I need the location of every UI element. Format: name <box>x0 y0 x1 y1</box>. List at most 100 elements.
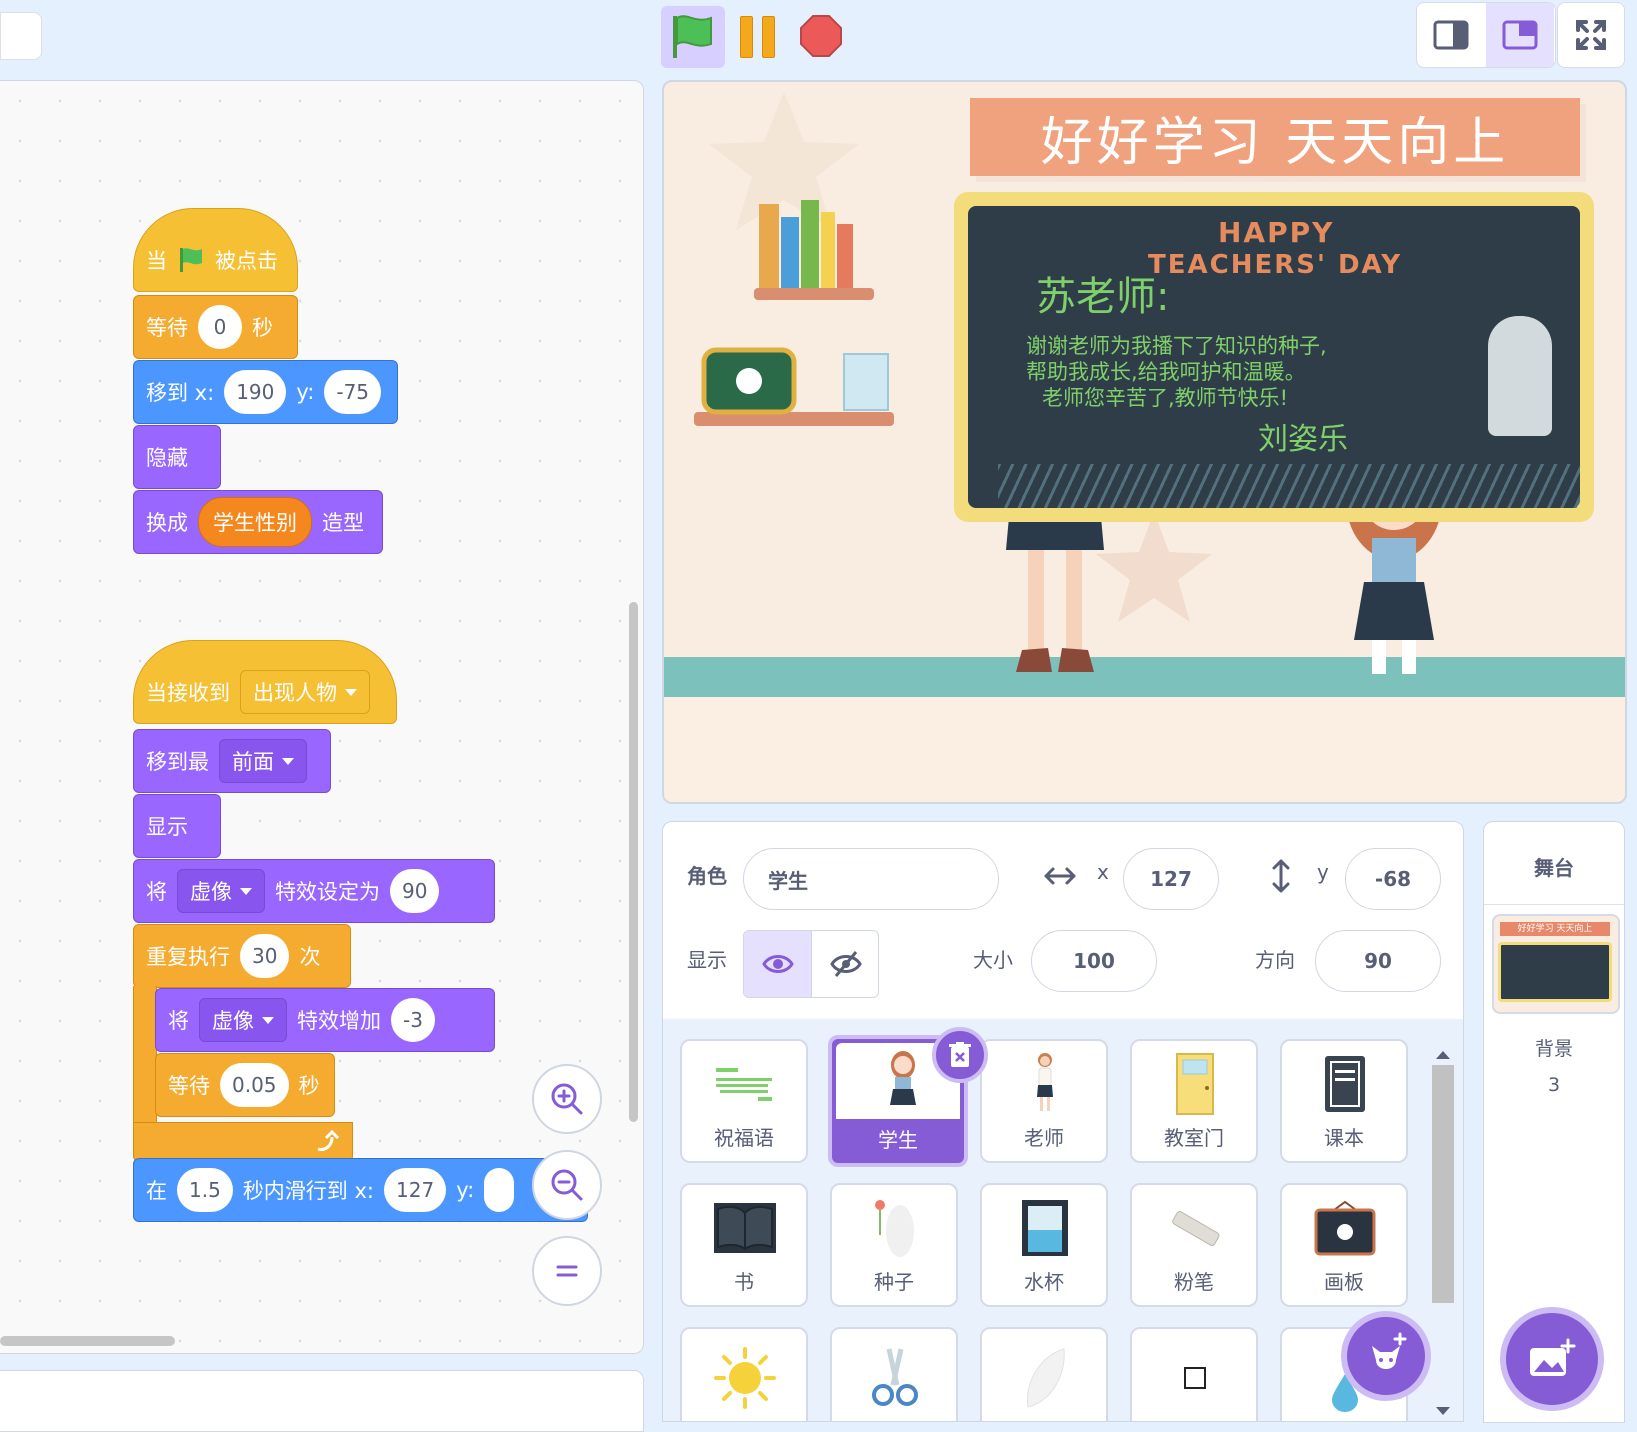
repeat-arrow-icon <box>317 1129 340 1151</box>
direction-label: 方向 <box>1255 948 1295 972</box>
sprite-tile[interactable] <box>980 1327 1108 1421</box>
block-text: 特效增加 <box>297 1009 381 1033</box>
backpack-panel[interactable] <box>0 1370 644 1432</box>
pause-button[interactable] <box>738 16 778 58</box>
scroll-up-arrow-icon <box>1436 1051 1450 1059</box>
zoom-out-button[interactable] <box>532 1150 602 1220</box>
repeat-block[interactable]: 重复执行 30 次 <box>133 924 351 988</box>
stage-thumbnail[interactable]: 好好学习 天天向上 <box>1492 914 1620 1014</box>
x-position-input[interactable]: 127 <box>1123 848 1219 910</box>
sprite-tile[interactable]: 教室门 <box>1130 1039 1258 1163</box>
effect-change-input[interactable]: -3 <box>391 998 435 1042</box>
add-backdrop-button[interactable] <box>1500 1307 1604 1411</box>
zoom-reset-button[interactable] <box>532 1236 602 1306</box>
block-text: 显示 <box>146 815 188 839</box>
wait-seconds-input[interactable]: 0 <box>198 305 242 349</box>
sprite-tile[interactable]: 书 <box>680 1183 808 1307</box>
block-text: 重复执行 <box>146 945 230 969</box>
sun-sprite-icon <box>712 1345 778 1411</box>
block-text: 隐藏 <box>146 446 188 470</box>
zoom-in-button[interactable] <box>532 1064 602 1134</box>
sprite-tile[interactable]: 老师 <box>980 1039 1108 1163</box>
glide-y-input[interactable] <box>484 1168 515 1212</box>
block-text: 将 <box>146 880 167 904</box>
wait-block[interactable]: 等待 0 秒 <box>133 295 298 359</box>
block-text: 秒内滑行到 x: <box>242 1179 374 1203</box>
sprite-tile[interactable]: 课本 <box>1280 1039 1408 1163</box>
show-sprite-button[interactable] <box>744 931 811 997</box>
green-flag-button[interactable] <box>661 6 725 68</box>
sprite-name: 祝福语 <box>714 1126 774 1150</box>
block-text: 当 <box>146 249 167 273</box>
sprite-tile[interactable]: 水杯 <box>980 1183 1108 1307</box>
goto-x-input[interactable]: 190 <box>224 370 287 414</box>
switch-costume-block[interactable]: 换成 学生性别 造型 <box>133 490 383 554</box>
y-position-input[interactable]: -68 <box>1345 848 1441 910</box>
dropdown-value: 虚像 <box>190 880 232 904</box>
board-signature: 刘姿乐 <box>1258 422 1348 457</box>
chevron-down-icon <box>262 1016 274 1024</box>
block-text: 在 <box>146 1179 167 1203</box>
effect-value-input[interactable]: 90 <box>390 869 440 913</box>
textbook-sprite-icon <box>1312 1051 1378 1117</box>
sprite-tile[interactable] <box>680 1327 808 1421</box>
sprite-list-scrollbar[interactable] <box>1430 1045 1456 1421</box>
layer-dropdown[interactable]: 前面 <box>219 739 307 783</box>
effect-dropdown[interactable]: 虚像 <box>177 869 265 913</box>
glide-to-xy-block[interactable]: 在 1.5 秒内滑行到 x: 127 y: <box>133 1158 588 1222</box>
student-gender-reporter[interactable]: 学生性别 <box>198 497 312 547</box>
show-block[interactable]: 显示 <box>133 794 221 858</box>
sprite-tile[interactable]: 画板 <box>1280 1183 1408 1307</box>
hide-sprite-button[interactable] <box>811 931 878 997</box>
pause-icon <box>740 16 753 58</box>
sprite-name: 水杯 <box>1024 1270 1064 1294</box>
stop-button[interactable] <box>800 15 842 57</box>
fullscreen-button[interactable] <box>1557 2 1625 68</box>
cup-sprite-icon <box>1012 1195 1078 1261</box>
goto-y-input[interactable]: -75 <box>324 370 382 414</box>
sprite-tile[interactable] <box>1130 1327 1258 1421</box>
sprite-tile[interactable]: 祝福语 <box>680 1039 808 1163</box>
fullscreen-icon <box>1576 20 1606 50</box>
eye-slash-icon <box>829 951 862 977</box>
scissors-sprite-icon <box>862 1345 928 1411</box>
project-title-input[interactable] <box>0 12 42 60</box>
normal-stage-button[interactable] <box>1486 3 1554 67</box>
goto-xy-block[interactable]: 移到 x: 190 y: -75 <box>133 360 398 424</box>
sprite-tile[interactable]: 种子 <box>830 1183 958 1307</box>
cat-plus-icon <box>1372 1332 1407 1369</box>
zoom-out-icon <box>551 1169 583 1201</box>
dropdown-value: 出现人物 <box>253 681 337 705</box>
code-horizontal-scrollbar[interactable] <box>0 1336 175 1346</box>
add-sprite-button[interactable] <box>1341 1311 1431 1401</box>
wait-seconds-input[interactable]: 0.05 <box>220 1063 289 1107</box>
wait-block[interactable]: 等待 0.05 秒 <box>155 1053 335 1117</box>
sprite-name: 老师 <box>1024 1126 1064 1150</box>
block-text: 秒 <box>252 316 273 340</box>
change-effect-block[interactable]: 将 虚像 特效增加 -3 <box>155 988 495 1052</box>
glide-seconds-input[interactable]: 1.5 <box>177 1168 233 1212</box>
size-input[interactable]: 100 <box>1031 930 1157 992</box>
repeat-count-input[interactable]: 30 <box>240 934 290 978</box>
delete-sprite-button[interactable] <box>932 1027 988 1083</box>
effect-dropdown[interactable]: 虚像 <box>199 998 287 1042</box>
message-dropdown[interactable]: 出现人物 <box>240 670 370 714</box>
backdrops-label: 背景 <box>1534 1038 1573 1060</box>
set-effect-block[interactable]: 将 虚像 特效设定为 90 <box>133 859 495 923</box>
dropdown-value: 前面 <box>232 750 274 774</box>
direction-input[interactable]: 90 <box>1315 930 1441 992</box>
hide-block[interactable]: 隐藏 <box>133 425 221 489</box>
sprite-name-input[interactable]: 学生 <box>743 848 999 910</box>
student-sprite-icon <box>870 1049 936 1115</box>
image-plus-icon <box>1530 1338 1576 1376</box>
small-stage-button[interactable] <box>1417 3 1485 67</box>
go-to-front-block[interactable]: 移到最 前面 <box>133 729 331 793</box>
sprite-tile[interactable]: 粉笔 <box>1130 1183 1258 1307</box>
sprite-tile[interactable] <box>830 1327 958 1421</box>
drawing-board-sprite-icon <box>1312 1195 1378 1261</box>
when-i-receive-block[interactable]: 当接收到 出现人物 <box>133 640 397 724</box>
code-vertical-scrollbar[interactable] <box>629 602 638 1122</box>
stage-canvas[interactable]: 好好学习 天天向上 HAPPY TEACHERS' DAY 苏老师: 谢谢老师为… <box>662 80 1627 804</box>
glide-x-input[interactable]: 127 <box>384 1168 447 1212</box>
when-flag-clicked-block[interactable]: 当 被点击 <box>133 208 298 292</box>
